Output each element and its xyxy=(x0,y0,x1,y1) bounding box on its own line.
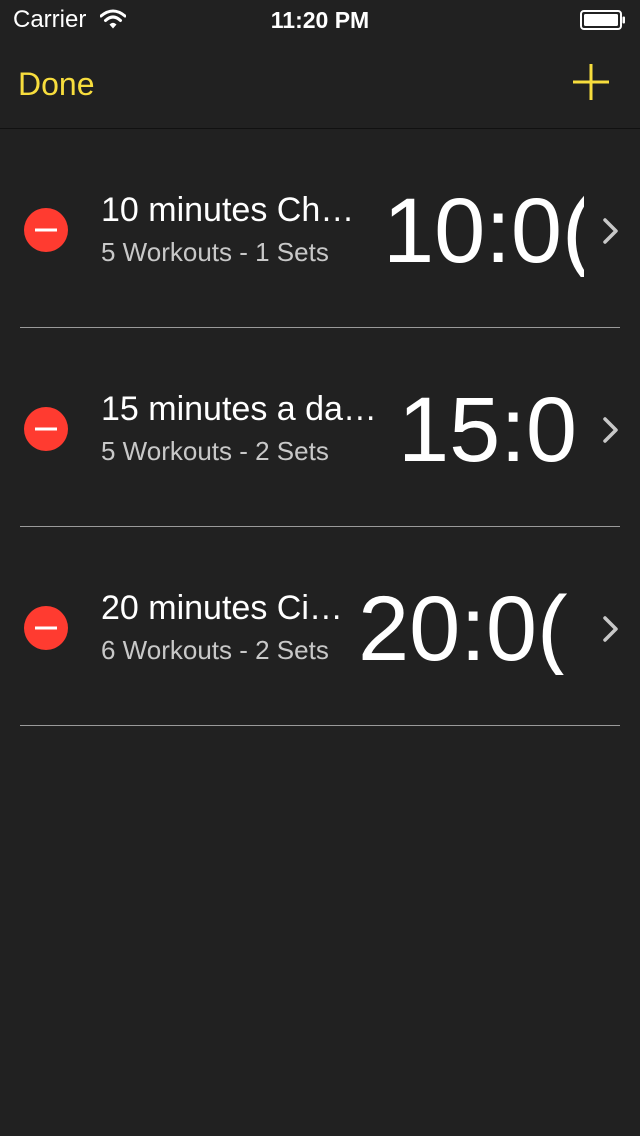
navigation-bar: Done xyxy=(0,40,640,129)
workout-duration: 20:0( xyxy=(358,583,568,675)
chevron-right-icon xyxy=(603,616,618,642)
delete-icon[interactable] xyxy=(24,606,68,650)
workout-row[interactable]: 10 minutes Ch… 5 Workouts - 1 Sets 10:0( xyxy=(0,129,640,328)
workout-row[interactable]: 15 minutes a da… 5 Workouts - 2 Sets 15:… xyxy=(0,328,640,527)
chevron-right-icon xyxy=(603,218,618,244)
workout-duration: 10:0( xyxy=(383,185,584,277)
delete-icon[interactable] xyxy=(24,208,68,252)
workout-title: 10 minutes Ch… xyxy=(101,191,355,229)
workout-subtitle: 5 Workouts - 2 Sets xyxy=(101,436,329,466)
workout-row[interactable]: 20 minutes Ci… 6 Workouts - 2 Sets 20:0( xyxy=(0,527,640,726)
status-bar: Carrier 11:20 PM xyxy=(0,0,640,40)
workout-title: 20 minutes Ci… xyxy=(101,589,343,627)
row-separator xyxy=(20,725,620,726)
workout-duration: 15:0 xyxy=(398,384,578,476)
workout-list: 10 minutes Ch… 5 Workouts - 1 Sets 10:0(… xyxy=(0,129,640,726)
wifi-icon xyxy=(100,9,126,29)
plus-icon[interactable] xyxy=(569,60,613,104)
status-time: 11:20 PM xyxy=(270,7,370,33)
delete-icon[interactable] xyxy=(24,407,68,451)
battery-icon xyxy=(580,10,625,30)
chevron-right-icon xyxy=(603,417,618,443)
workout-subtitle: 6 Workouts - 2 Sets xyxy=(101,635,329,665)
workout-subtitle: 5 Workouts - 1 Sets xyxy=(101,237,329,267)
workout-title: 15 minutes a da… xyxy=(101,390,377,428)
done-button[interactable]: Done xyxy=(18,64,95,104)
workout-list-screen: Carrier 11:20 PM Done 10 minutes Ch… 5 W… xyxy=(0,0,640,1136)
carrier-label: Carrier xyxy=(13,6,87,33)
